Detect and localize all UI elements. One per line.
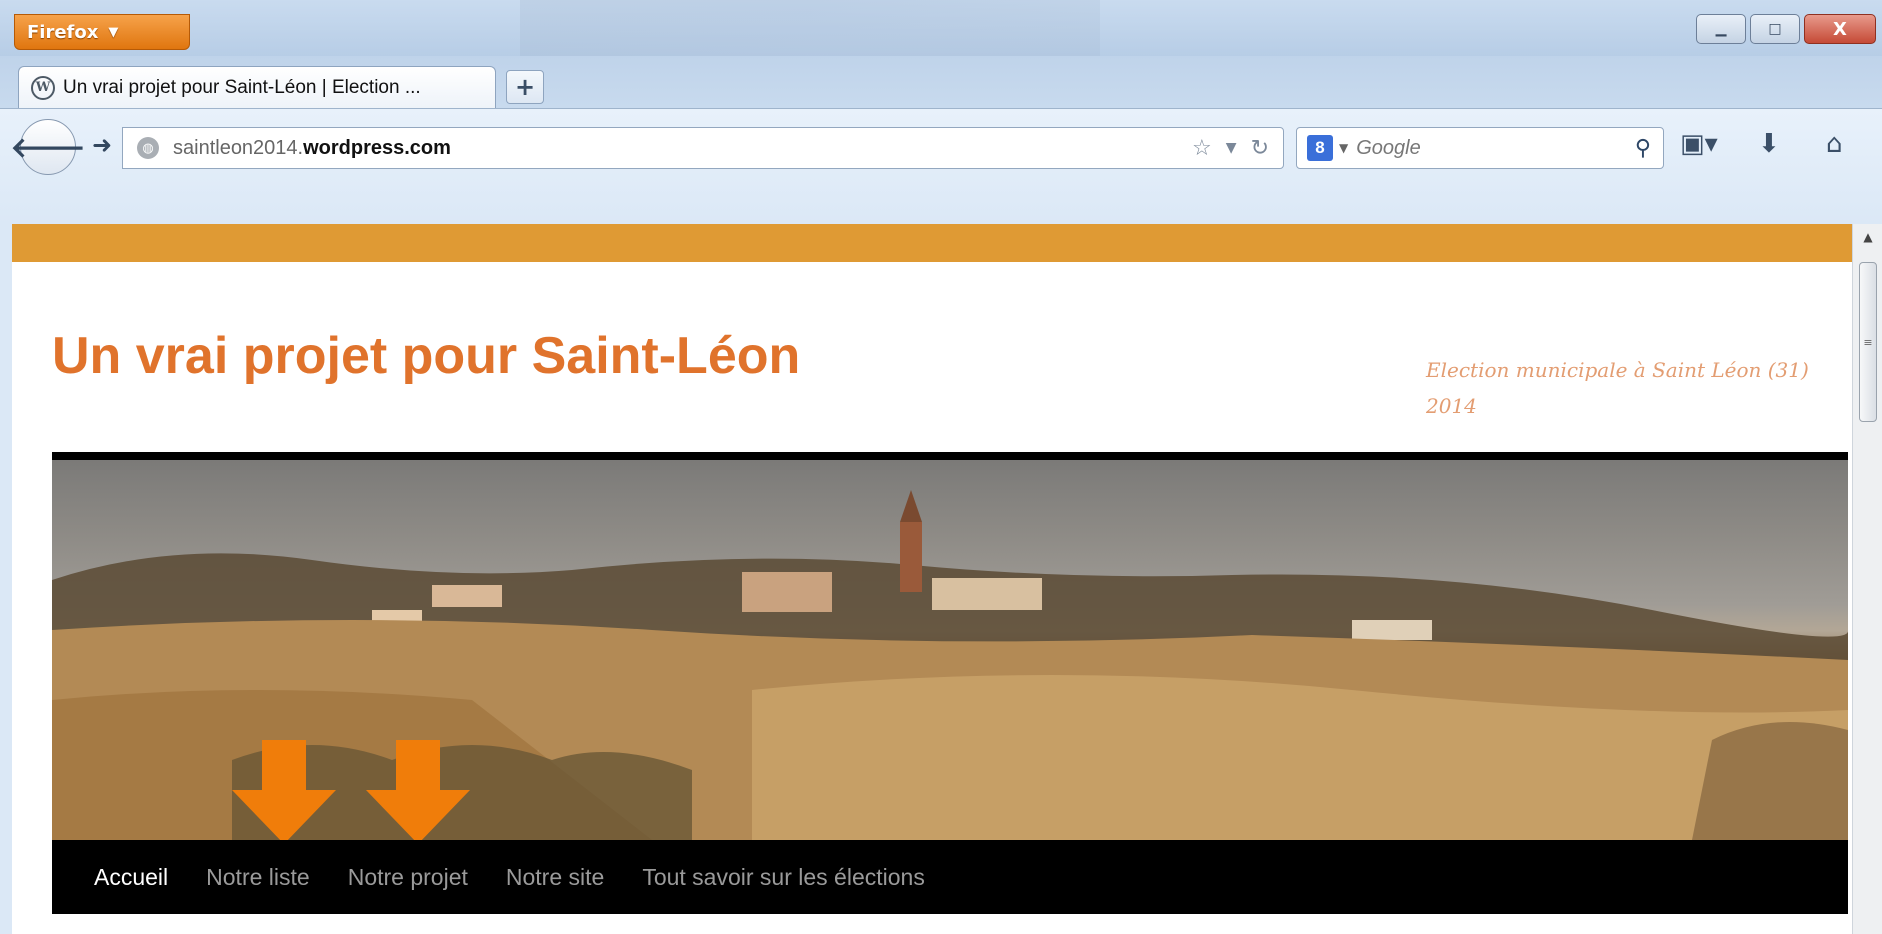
search-engine-dropdown-icon[interactable]: ▼ [1339,141,1348,155]
site-description: Election municipale à Saint Léon (31) 20… [1426,358,1809,418]
search-input[interactable]: Google [1356,137,1421,160]
site-title[interactable]: Un vrai projet pour Saint-Léon [52,326,800,386]
tab-strip: W Un vrai projet pour Saint-Léon | Elect… [0,56,1882,108]
home-icon[interactable]: ⌂ [1826,129,1843,159]
globe-icon: ◍ [137,137,159,159]
window-controls: ▁ □ X [1696,14,1876,44]
tab-active[interactable]: W Un vrai projet pour Saint-Léon | Elect… [18,66,496,108]
url-text[interactable]: saintleon2014.wordpress.com [173,137,451,160]
wordpress-icon: W [31,75,55,100]
arrow-down-icon [232,740,336,844]
menu-item-notre-site[interactable]: Notre site [506,864,604,891]
maximize-button[interactable]: □ [1750,14,1800,44]
titlebar-background [520,0,1100,56]
url-actions: ☆ ▼ ↻ [1192,136,1269,161]
scroll-up-icon[interactable]: ▲ [1853,224,1882,250]
main-navigation-menu: Accueil Notre liste Notre projet Notre s… [52,840,1848,914]
menu-item-accueil[interactable]: Accueil [94,864,168,891]
menu-item-notre-liste[interactable]: Notre liste [206,864,310,891]
minimize-button[interactable]: ▁ [1696,14,1746,44]
header-accent-band [12,224,1852,262]
search-bar[interactable]: 8 ▼ Google ⚲ [1296,127,1664,169]
forward-button[interactable]: ➜ [92,131,112,159]
arrow-down-icon [366,740,470,844]
tab-title: Un vrai projet pour Saint-Léon | Electio… [63,76,421,98]
new-tab-button[interactable]: + [506,70,544,104]
reload-icon[interactable]: ↻ [1251,136,1269,161]
download-icon[interactable]: ⬇ [1758,129,1780,159]
star-icon[interactable]: ☆ [1192,136,1212,161]
menu-item-notre-projet[interactable]: Notre projet [348,864,468,891]
back-arrow-icon: 🡐 [10,131,86,164]
window-left-border [0,224,12,934]
firefox-menu-label: Firefox [27,21,99,43]
search-icon[interactable]: ⚲ [1635,136,1651,161]
vertical-scrollbar[interactable]: ▲ ≡ [1852,224,1882,934]
url-host: wordpress.com [303,136,451,159]
firefox-menu-button[interactable]: Firefox ▼ [14,14,190,50]
back-button[interactable]: 🡐 [10,119,86,175]
scrollbar-thumb[interactable]: ≡ [1859,262,1877,422]
google-icon[interactable]: 8 [1307,135,1333,161]
close-window-button[interactable]: X [1804,14,1876,44]
window-titlebar: Firefox ▼ ▁ □ X [0,0,1882,56]
forward-arrow-icon: ➜ [92,131,113,159]
navigation-toolbar: 🡐 ➜ ◍ saintleon2014.wordpress.com ☆ ▼ ↻ … [0,108,1882,224]
url-subdomain: saintleon2014. [173,136,304,159]
chevron-down-icon: ▼ [108,24,119,40]
bookmarks-icon[interactable]: ▣▾ [1680,129,1718,159]
dropdown-icon[interactable]: ▼ [1226,140,1237,156]
menu-item-tout-savoir[interactable]: Tout savoir sur les élections [642,864,925,891]
url-bar[interactable]: ◍ saintleon2014.wordpress.com ☆ ▼ ↻ [122,127,1284,169]
